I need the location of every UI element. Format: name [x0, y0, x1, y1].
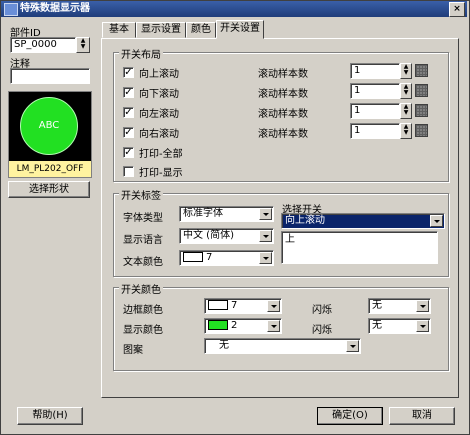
ok-button[interactable]: 确定(O) — [317, 407, 383, 425]
switch-label-title: 开关标签 — [119, 187, 163, 202]
tab-display-settings[interactable]: 显示设置 — [136, 22, 186, 38]
preview-lamp: ABC — [20, 97, 78, 155]
part-id-spinner[interactable]: ▲ ▼ — [76, 37, 90, 53]
select-shape-button[interactable]: 选择形状 — [8, 181, 90, 198]
preview-caption: LM_PL202_OFF — [9, 161, 91, 177]
part-id-field[interactable]: SP_0000 — [10, 37, 76, 53]
tab-switch-settings[interactable]: 开关设置 — [216, 20, 264, 39]
cancel-button[interactable]: 取消 — [389, 407, 455, 425]
tab-basic[interactable]: 基本 — [102, 22, 136, 38]
window-title: 特殊数据显示器 — [20, 3, 90, 14]
switch-color-title: 开关颜色 — [119, 281, 163, 296]
comment-field[interactable] — [10, 68, 90, 84]
shape-preview: ABC LM_PL202_OFF — [8, 91, 92, 178]
app-icon — [4, 3, 18, 16]
title-bar: 特殊数据显示器 × — [1, 1, 467, 17]
tab-color[interactable]: 颜色 — [186, 22, 216, 38]
help-button[interactable]: 帮助(H) — [17, 407, 83, 425]
close-button[interactable]: × — [449, 2, 465, 17]
preview-lamp-text: ABC — [38, 120, 60, 131]
tab-panel — [101, 38, 459, 398]
switch-layout-title: 开关布局 — [119, 46, 163, 61]
